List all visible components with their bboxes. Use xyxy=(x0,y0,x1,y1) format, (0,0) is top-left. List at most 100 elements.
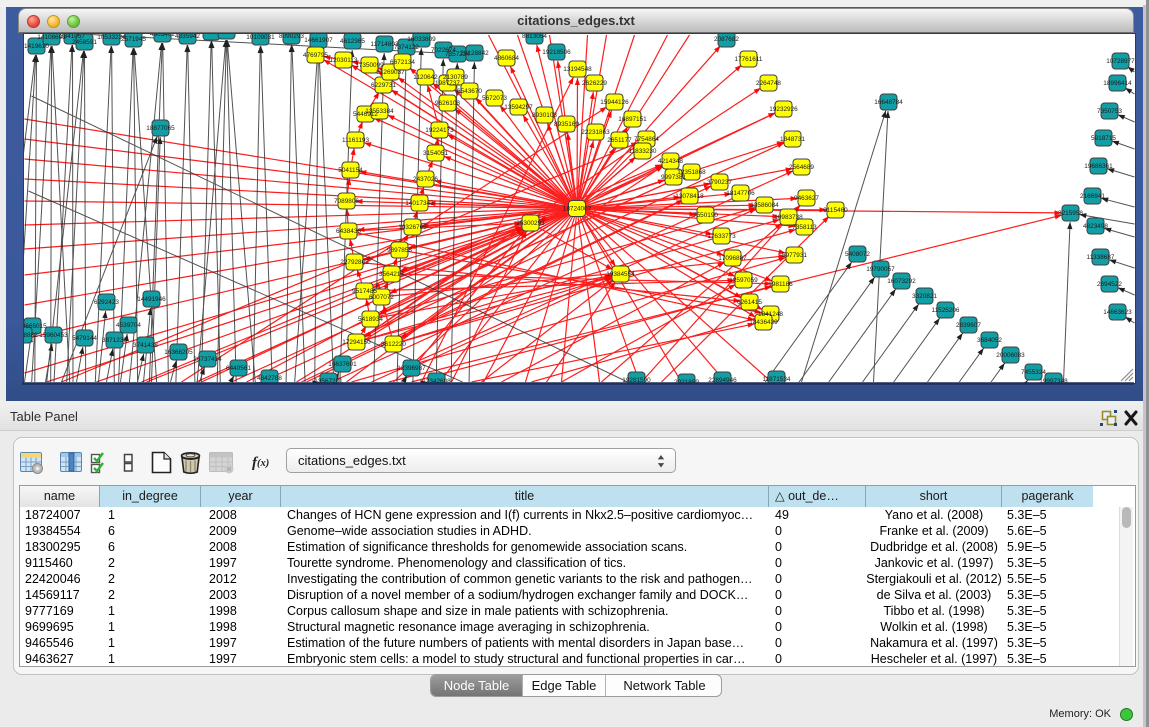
svg-text:4539704: 4539704 xyxy=(116,322,141,329)
svg-text:20665015: 20665015 xyxy=(23,323,47,330)
svg-text:17350099: 17350099 xyxy=(355,62,384,69)
svg-text:12396987: 12396987 xyxy=(397,365,426,372)
svg-text:14663623: 14663623 xyxy=(1103,309,1132,316)
svg-text:6672134: 6672134 xyxy=(390,59,415,66)
svg-text:2087682: 2087682 xyxy=(714,36,739,43)
svg-text:12351868: 12351868 xyxy=(677,169,706,176)
svg-text:5408072: 5408072 xyxy=(845,251,870,258)
svg-text:5672073: 5672073 xyxy=(482,95,507,102)
svg-text:2626229: 2626229 xyxy=(582,80,607,87)
svg-text:3741438: 3741438 xyxy=(133,342,158,349)
svg-text:16648784: 16648784 xyxy=(874,99,903,106)
svg-text:3871230: 3871230 xyxy=(102,337,127,344)
svg-text:13078418: 13078418 xyxy=(675,193,704,200)
svg-text:6438436: 6438436 xyxy=(336,228,361,235)
svg-text:8612220: 8612220 xyxy=(381,341,406,348)
svg-text:25300293: 25300293 xyxy=(516,220,545,227)
svg-text:16637601: 16637601 xyxy=(328,361,357,368)
svg-text:2839607: 2839607 xyxy=(956,322,981,329)
svg-text:5918715: 5918715 xyxy=(1091,135,1116,142)
svg-text:11833230: 11833230 xyxy=(628,148,656,155)
svg-text:13194548: 13194548 xyxy=(563,66,592,73)
svg-text:19384554: 19384554 xyxy=(606,271,635,278)
svg-text:7455324: 7455324 xyxy=(1021,369,1046,376)
svg-text:6292423: 6292423 xyxy=(94,299,119,306)
svg-text:7754864: 7754864 xyxy=(634,136,659,143)
svg-text:2458591: 2458591 xyxy=(72,39,97,46)
svg-text:1981186: 1981186 xyxy=(768,281,793,288)
svg-text:1419610: 1419610 xyxy=(24,43,49,50)
svg-text:10326765: 10326765 xyxy=(398,224,427,231)
svg-text:16033809: 16033809 xyxy=(407,36,436,43)
svg-text:19886237: 19886237 xyxy=(212,33,241,35)
svg-text:17096887: 17096887 xyxy=(718,255,747,262)
svg-text:4903402: 4903402 xyxy=(150,33,175,38)
svg-text:18877065: 18877065 xyxy=(146,125,175,132)
svg-text:14661907: 14661907 xyxy=(304,37,333,44)
svg-text:14017343: 14017343 xyxy=(405,200,434,207)
svg-text:13594297: 13594297 xyxy=(504,104,533,111)
svg-text:18436429: 18436429 xyxy=(749,319,778,326)
svg-text:1848731: 1848731 xyxy=(780,136,805,143)
svg-text:6229731: 6229731 xyxy=(371,82,396,89)
svg-text:22231863: 22231863 xyxy=(581,129,610,136)
svg-text:11161193: 11161193 xyxy=(341,137,368,144)
svg-text:2130789: 2130789 xyxy=(443,74,468,81)
svg-text:8930103: 8930103 xyxy=(532,112,557,119)
svg-text:(x): (x) xyxy=(257,458,269,469)
svg-text:14491946: 14491946 xyxy=(137,296,166,303)
svg-text:21269037: 21269037 xyxy=(376,69,405,76)
svg-text:4214348: 4214348 xyxy=(658,158,683,165)
svg-text:17633773: 17633773 xyxy=(707,233,736,240)
svg-text:5041154: 5041154 xyxy=(338,167,363,174)
svg-text:7089806: 7089806 xyxy=(334,198,359,205)
svg-text:2571945: 2571945 xyxy=(121,36,146,43)
svg-text:4823498: 4823498 xyxy=(1083,223,1108,230)
svg-text:5479144: 5479144 xyxy=(72,335,97,342)
svg-text:2564689: 2564689 xyxy=(789,164,814,171)
svg-text:3215958: 3215958 xyxy=(1058,210,1083,217)
svg-text:16366205: 16366205 xyxy=(164,349,193,356)
svg-text:13586084: 13586084 xyxy=(750,202,779,209)
svg-text:17761611: 17761611 xyxy=(734,56,762,63)
svg-text:19686361: 19686361 xyxy=(1084,163,1113,170)
svg-text:2166941: 2166941 xyxy=(1080,193,1105,200)
svg-text:18724007: 18724007 xyxy=(562,206,591,213)
svg-text:19224173: 19224173 xyxy=(425,127,454,134)
svg-text:16073292: 16073292 xyxy=(887,278,916,285)
svg-text:7350753: 7350753 xyxy=(1097,108,1122,115)
svg-text:3564217: 3564217 xyxy=(379,271,404,278)
svg-text:2694522: 2694522 xyxy=(1097,281,1122,288)
svg-text:1841248: 1841248 xyxy=(758,311,783,318)
svg-text:12597059: 12597059 xyxy=(729,277,758,284)
svg-text:20128842: 20128842 xyxy=(460,50,489,57)
svg-text:11525206: 11525206 xyxy=(931,307,959,314)
svg-text:12030113: 12030113 xyxy=(329,57,357,64)
svg-text:6261415: 6261415 xyxy=(737,299,762,306)
svg-text:11338687: 11338687 xyxy=(1086,254,1114,261)
svg-text:19790057: 19790057 xyxy=(866,266,895,273)
svg-text:9897858: 9897858 xyxy=(387,247,412,254)
svg-text:3154051: 3154051 xyxy=(423,150,448,157)
svg-text:8813054: 8813054 xyxy=(522,33,547,40)
svg-text:16897151: 16897151 xyxy=(618,116,647,123)
svg-text:12728882: 12728882 xyxy=(23,332,38,339)
svg-text:8935169: 8935169 xyxy=(554,121,579,128)
svg-text:6007072: 6007072 xyxy=(369,294,394,301)
svg-text:4612365: 4612365 xyxy=(340,38,365,45)
svg-text:5418934: 5418934 xyxy=(358,316,383,323)
svg-text:3320821: 3320821 xyxy=(912,293,937,300)
svg-text:15960453: 15960453 xyxy=(39,332,68,339)
svg-text:2437026: 2437026 xyxy=(413,176,438,183)
svg-text:2651177: 2651177 xyxy=(607,137,632,144)
svg-text:20737414: 20737414 xyxy=(193,356,222,363)
svg-text:19232926: 19232926 xyxy=(769,106,798,113)
svg-text:6543670: 6543670 xyxy=(457,88,482,95)
svg-text:13553384: 13553384 xyxy=(365,108,394,115)
svg-text:10109031: 10109031 xyxy=(246,34,275,41)
svg-text:9115460: 9115460 xyxy=(823,207,848,214)
svg-text:22792808: 22792808 xyxy=(340,259,369,266)
svg-text:7550190: 7550190 xyxy=(693,212,718,219)
svg-text:10728977: 10728977 xyxy=(1106,58,1135,65)
svg-text:17294150: 17294150 xyxy=(342,339,371,346)
